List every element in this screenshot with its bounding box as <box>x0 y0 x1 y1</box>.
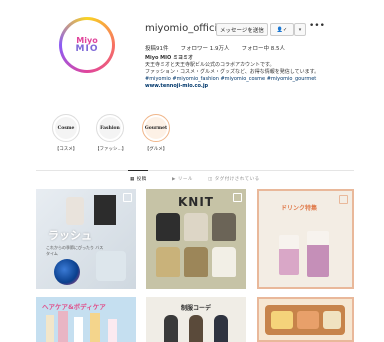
carousel-icon <box>233 193 242 202</box>
profile-username: miyomio_official <box>145 23 227 34</box>
highlight-ring: Fashion <box>96 114 124 142</box>
bento-item <box>271 311 293 329</box>
knit-item <box>184 247 208 277</box>
carousel-icon <box>123 193 132 202</box>
post-tile[interactable]: ヘアケア&ボディケア <box>36 297 136 342</box>
post-tile[interactable]: ラッシュ これからの季節にぴったり バスタイム <box>36 189 136 289</box>
grid-icon: ▦ <box>130 177 135 182</box>
product-box <box>94 195 116 225</box>
highlight-cover: Gourmet <box>145 117 167 139</box>
logo-line2: MIO <box>75 44 99 54</box>
drink-cup <box>307 231 329 277</box>
post-title: ヘアケア&ボディケア <box>42 303 106 311</box>
knit-item <box>156 247 180 277</box>
highlight-cover: Cosme <box>55 117 77 139</box>
bio-line: 天王寺ミオと天王寺駅ビル公式のコラボアカウントです。 <box>145 62 275 68</box>
product-bottle <box>46 315 54 342</box>
post-tile[interactable]: 制服コーデ <box>146 297 246 342</box>
highlight-ring: Cosme <box>52 114 80 142</box>
tab-label: タグ付けされている <box>214 177 260 182</box>
posts-count: 投稿91件 <box>145 46 169 52</box>
knit-item <box>156 213 180 241</box>
follow-label: ✓ <box>283 26 288 33</box>
highlight-ring: Gourmet <box>142 114 170 142</box>
product-bottle <box>90 313 100 342</box>
post-title: ドリンク特集 <box>281 205 318 212</box>
tag-icon: ◫ <box>208 177 213 182</box>
instagram-profile: Miyo MIO miyomio_official メッセージを送信 👤 ✓ ▾ … <box>0 0 384 342</box>
active-tab-indicator <box>128 170 148 171</box>
product-bottle <box>66 197 84 225</box>
highlight-fashion[interactable]: Fashion 【ファッシ...】 <box>95 114 127 152</box>
post-tile[interactable] <box>257 297 354 342</box>
tab-tagged[interactable]: ◫ タグ付けされている <box>208 176 260 182</box>
message-button[interactable]: メッセージを送信 <box>216 23 268 36</box>
suggested-button[interactable]: ▾ <box>294 23 306 36</box>
post-title: KNIT <box>178 195 214 209</box>
bio-name: Miyo MIO ミヨミオ <box>145 55 193 61</box>
following-button[interactable]: 👤 ✓ <box>270 23 294 36</box>
tab-reels[interactable]: ▶ リール <box>172 176 193 182</box>
avatar[interactable]: Miyo MIO <box>62 20 112 70</box>
bento-item <box>323 311 341 329</box>
product-bottle <box>58 311 68 342</box>
highlight-label: 【グルメ】 <box>144 147 168 152</box>
post-title: ラッシュ <box>48 229 92 242</box>
reels-icon: ▶ <box>172 177 176 182</box>
highlight-cover: Fashion <box>99 117 121 139</box>
product-bottle <box>108 319 117 342</box>
model-figure <box>164 315 178 342</box>
highlight-gourmet[interactable]: Gourmet 【グルメ】 <box>141 114 171 152</box>
product-bottle <box>74 317 83 342</box>
knit-item <box>212 213 236 241</box>
followers-count[interactable]: フォロワー 1.9万人 <box>181 44 230 52</box>
tab-label: 投稿 <box>136 177 147 182</box>
post-tile[interactable]: ドリンク特集 <box>257 189 354 289</box>
bath-bomb <box>54 259 80 285</box>
tab-label: リール <box>177 177 193 182</box>
tab-posts[interactable]: ▦ 投稿 <box>130 176 147 182</box>
knit-item <box>184 213 208 241</box>
bio-link[interactable]: www.tennoji-mio.co.jp <box>145 83 345 90</box>
model-figure <box>214 315 228 342</box>
profile-bio: Miyo MIO ミヨミオ 天王寺ミオと天王寺駅ビル公式のコラボアカウントです。… <box>145 55 345 90</box>
post-title: 制服コーデ <box>180 305 211 312</box>
bento-item <box>297 311 319 329</box>
highlight-label: 【コスメ】 <box>54 147 78 152</box>
post-subtitle: これからの季節にぴったり バスタイム <box>46 245 104 256</box>
bio-hashtags[interactable]: #miyomio #miyomio_fashion #miyomio_cosme… <box>145 76 345 83</box>
drink-cup <box>279 235 299 275</box>
knit-item <box>212 247 236 277</box>
brand-logo: Miyo MIO <box>66 24 108 66</box>
model-figure <box>189 315 203 342</box>
bio-line: ファッション・コスメ・グルメ・グッズなど、お得な情報を発信しています。 <box>145 69 320 75</box>
highlight-cosme[interactable]: Cosme 【コスメ】 <box>51 114 81 152</box>
chevron-down-icon: ▾ <box>298 26 302 33</box>
carousel-icon <box>339 195 348 204</box>
highlight-label: 【ファッシ...】 <box>95 147 127 152</box>
tabs-divider <box>36 170 354 171</box>
post-tile[interactable]: KNIT <box>146 189 246 289</box>
more-options-icon[interactable]: ••• <box>309 21 325 31</box>
following-count[interactable]: フォロー中 8.5人 <box>242 44 286 52</box>
profile-stats: 投稿91件 フォロワー 1.9万人 フォロー中 8.5人 <box>145 44 285 52</box>
